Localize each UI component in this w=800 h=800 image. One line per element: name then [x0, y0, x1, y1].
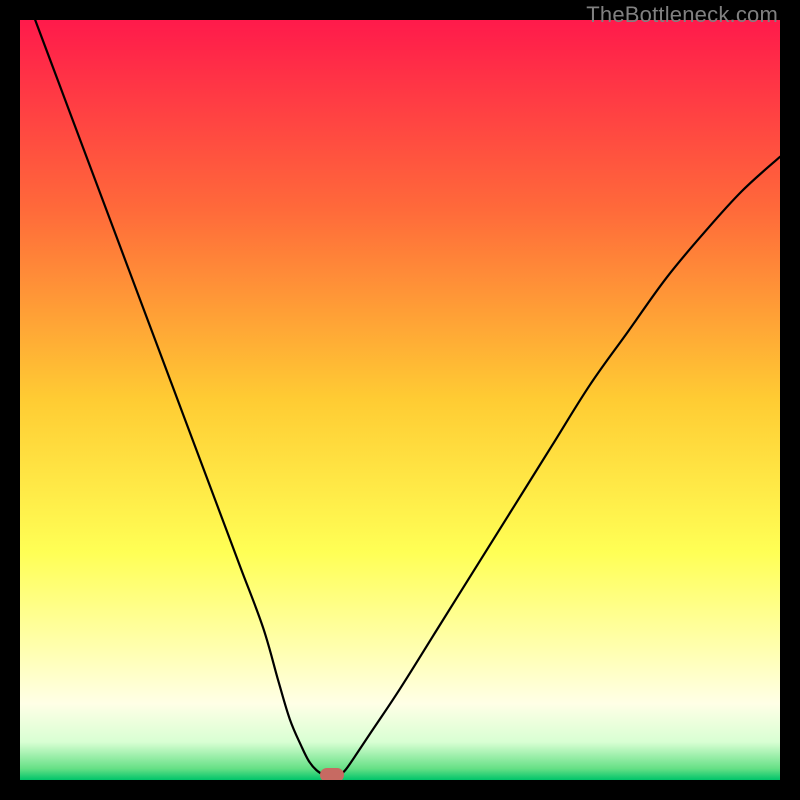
optimal-marker [320, 768, 344, 780]
bottleneck-curve [20, 20, 780, 780]
plot-area [20, 20, 780, 780]
chart-frame: TheBottleneck.com [0, 0, 800, 800]
watermark-text: TheBottleneck.com [586, 2, 778, 28]
